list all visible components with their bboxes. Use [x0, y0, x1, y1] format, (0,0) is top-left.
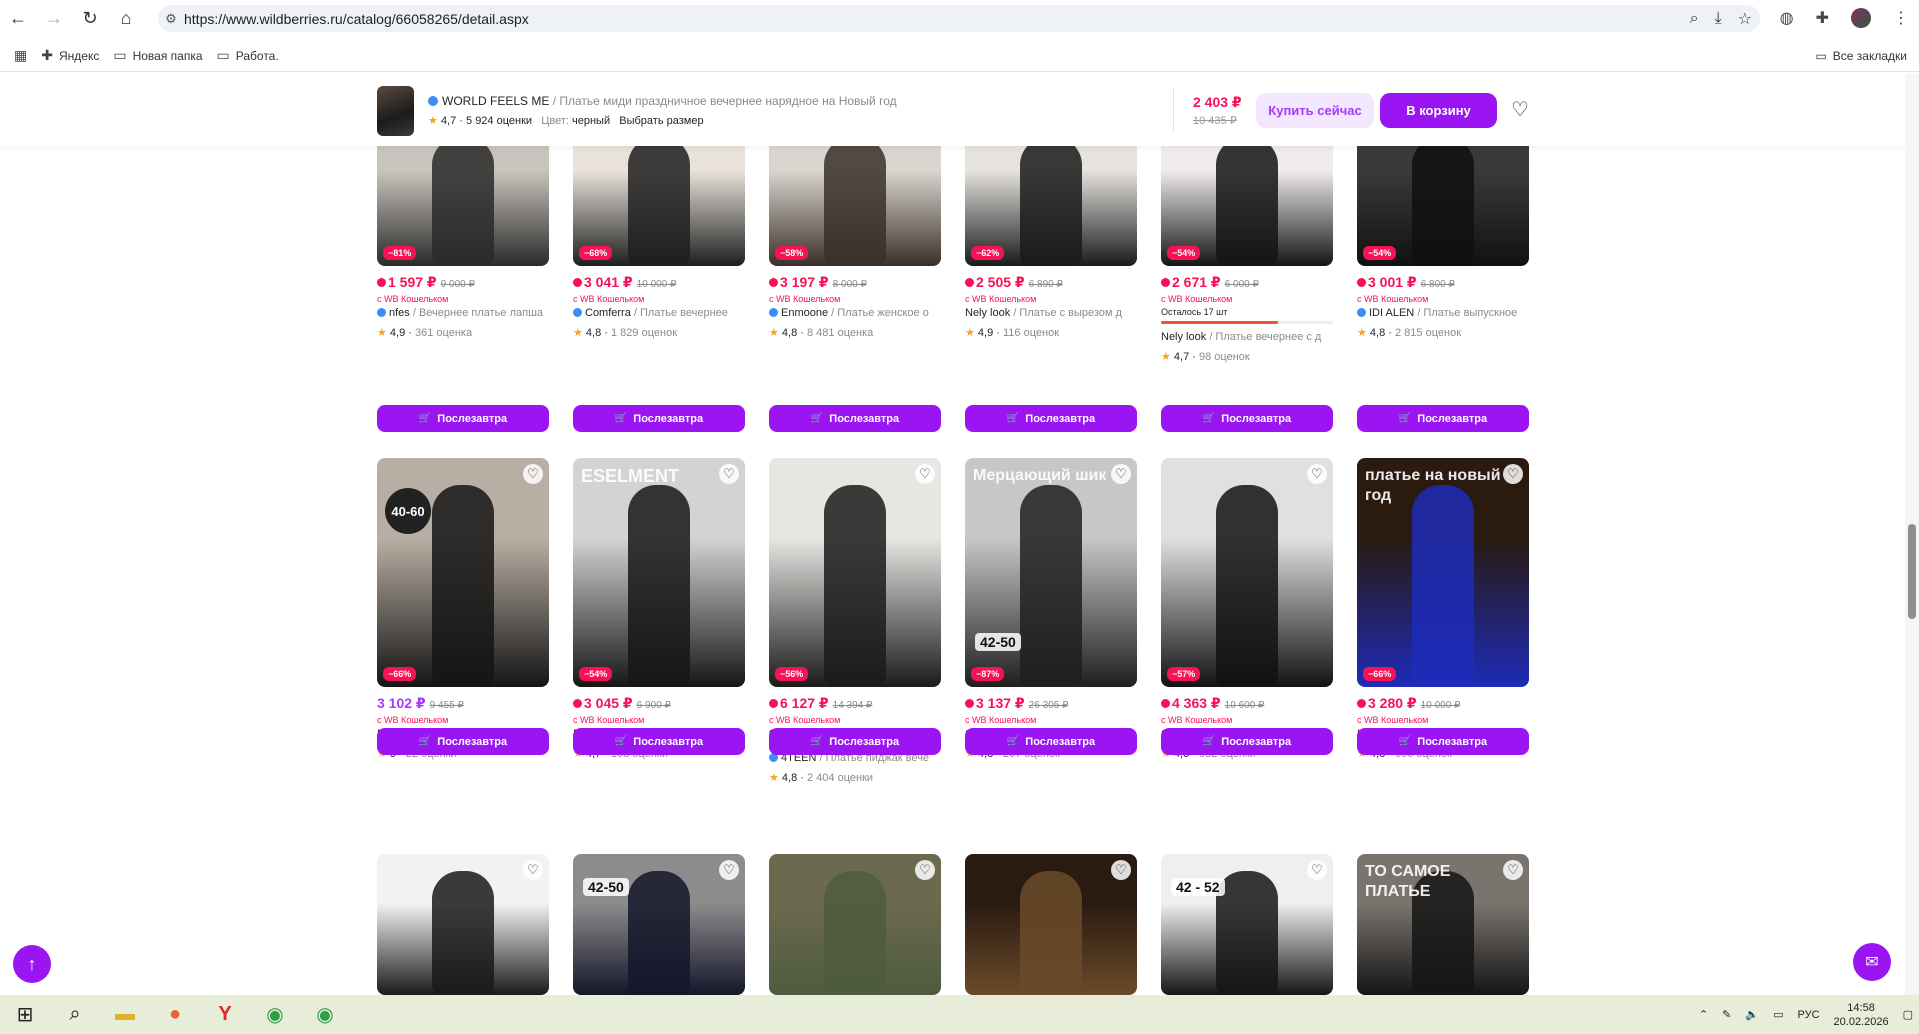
product-card[interactable]: ♡: [769, 74, 941, 995]
firefox-icon[interactable]: ●: [150, 995, 200, 1034]
product-image[interactable]: ♡: [769, 854, 941, 995]
pen-icon[interactable]: ✎: [1722, 1008, 1731, 1021]
product-title: WORLD FEELS ME / Платье миди праздничное…: [428, 94, 897, 108]
folder-icon: ▭: [1815, 49, 1827, 63]
product-card[interactable]: ♡ ТО САМОЕ ПЛАТЬЕ: [1357, 74, 1529, 995]
chrome-icon[interactable]: ◉: [250, 995, 300, 1034]
size-badge: 42-50: [583, 878, 629, 896]
system-tray: ⌃ ✎ 🔈 ▭ РУС 14:58 20.02.2026 ▢: [1699, 995, 1913, 1034]
scroll-to-top-button[interactable]: ↑: [13, 945, 51, 983]
chat-button[interactable]: ✉: [1853, 943, 1891, 981]
search-icon[interactable]: ⌕: [50, 995, 100, 1034]
notifications-icon[interactable]: ▢: [1903, 1008, 1913, 1021]
buy-now-button[interactable]: Купить сейчас: [1256, 93, 1374, 128]
choose-size-link[interactable]: Выбрать размер: [619, 115, 703, 127]
volume-icon[interactable]: 🔈: [1745, 1008, 1759, 1021]
product-image[interactable]: ♡ 42-50: [573, 854, 745, 995]
favorite-heart-icon[interactable]: ♡: [1111, 860, 1131, 880]
clock[interactable]: 14:58 20.02.2026: [1834, 1001, 1889, 1029]
back-icon[interactable]: ←: [0, 0, 36, 36]
bookmark-star-icon[interactable]: ☆: [1738, 9, 1752, 29]
home-icon[interactable]: ⌂: [108, 0, 144, 36]
product-card[interactable]: ♡ 42-50: [573, 74, 745, 995]
network-icon[interactable]: ▭: [1773, 1008, 1783, 1021]
dress-silhouette: [1020, 871, 1082, 995]
favorite-heart-icon[interactable]: ♡: [1507, 96, 1533, 122]
sticky-product-header: WORLD FEELS ME / Платье миди праздничное…: [0, 74, 1905, 146]
product-card[interactable]: ♡: [965, 74, 1137, 995]
menu-icon[interactable]: ⋮: [1893, 8, 1909, 28]
yandex-browser-icon[interactable]: Y: [200, 995, 250, 1034]
size-badge: 42 - 52: [1171, 878, 1225, 896]
profile-avatar[interactable]: [1851, 8, 1871, 28]
chrome-profile-icon[interactable]: ◉: [300, 995, 350, 1034]
chevron-up-icon[interactable]: ⌃: [1699, 1008, 1708, 1021]
folder-icon: ▭: [216, 47, 230, 63]
plus-icon: ✚: [41, 47, 53, 63]
bookmarks-bar: ▦ ✚ Яндекс ▭ Новая папка ▭ Работа. ▭ Все зак…: [0, 40, 1919, 72]
add-to-cart-button[interactable]: В корзину: [1380, 93, 1497, 128]
language-indicator[interactable]: РУС: [1798, 1009, 1820, 1021]
extensions-icon[interactable]: ✚: [1816, 8, 1829, 28]
product-card[interactable]: ♡: [377, 74, 549, 995]
browser-toolbar: ← → ↻ ⌂ ⚙ https://www.wildberries.ru/cat…: [0, 0, 1919, 36]
dress-silhouette: [1216, 871, 1278, 995]
star-icon: ★: [428, 115, 438, 127]
current-price: 2 403 ₽: [1193, 94, 1242, 110]
product-image[interactable]: ♡ 42 - 52: [1161, 854, 1333, 995]
product-image[interactable]: ♡ ТО САМОЕ ПЛАТЬЕ: [1357, 854, 1529, 995]
forward-icon[interactable]: →: [36, 0, 72, 36]
product-grid: −81% 1 597 ₽9 000 ₽ с WB Кошельком nfes / В…: [0, 74, 1905, 995]
install-icon[interactable]: ⤓: [1715, 10, 1722, 28]
page-scrollbar[interactable]: [1905, 74, 1919, 995]
scrollbar-thumb[interactable]: [1908, 524, 1916, 619]
windows-taskbar: ⊞ ⌕ ▬ ● Y ◉ ◉ ⌃ ✎ 🔈 ▭ РУС 14:58 20.02.20…: [0, 995, 1919, 1034]
old-price: 10 435 ₽: [1193, 115, 1237, 127]
apps-icon[interactable]: ▦: [14, 47, 27, 64]
all-bookmarks[interactable]: ▭ Все закладки: [1815, 40, 1907, 72]
verified-icon: [428, 96, 438, 106]
product-thumbnail[interactable]: [377, 86, 414, 136]
translate-icon[interactable]: ◍: [1780, 8, 1794, 28]
zoom-icon[interactable]: ⌕: [1690, 10, 1699, 28]
product-card[interactable]: ♡ 42 - 52: [1161, 74, 1333, 995]
site-settings-icon[interactable]: ⚙: [158, 5, 184, 32]
page-viewport: −81% 1 597 ₽9 000 ₽ с WB Кошельком nfes / В…: [0, 74, 1905, 995]
dress-silhouette: [432, 871, 494, 995]
favorite-heart-icon[interactable]: ♡: [719, 860, 739, 880]
bookmark-folder-work[interactable]: ▭ Работа.: [217, 47, 279, 64]
image-caption: ТО САМОЕ ПЛАТЬЕ: [1365, 863, 1451, 900]
bookmark-folder-new[interactable]: ▭ Новая папка: [113, 47, 202, 64]
product-meta: ★ 4,7 · 5 924 оценки Цвет: черный Выбрат…: [428, 115, 704, 127]
product-image[interactable]: ♡: [965, 854, 1137, 995]
url-text[interactable]: https://www.wildberries.ru/catalog/66058…: [184, 11, 529, 27]
bookmark-yandex[interactable]: ✚ Яндекс: [41, 47, 99, 64]
file-explorer-icon[interactable]: ▬: [100, 995, 150, 1034]
reload-icon[interactable]: ↻: [72, 0, 108, 36]
dress-silhouette: [628, 871, 690, 995]
product-image[interactable]: ♡: [377, 854, 549, 995]
windows-start-icon[interactable]: ⊞: [0, 995, 50, 1034]
dress-silhouette: [824, 871, 886, 995]
favorite-heart-icon[interactable]: ♡: [1307, 860, 1327, 880]
divider: [1173, 88, 1174, 132]
favorite-heart-icon[interactable]: ♡: [915, 860, 935, 880]
folder-icon: ▭: [113, 47, 127, 63]
address-bar[interactable]: ⚙ https://www.wildberries.ru/catalog/660…: [158, 5, 1760, 32]
favorite-heart-icon[interactable]: ♡: [523, 860, 543, 880]
